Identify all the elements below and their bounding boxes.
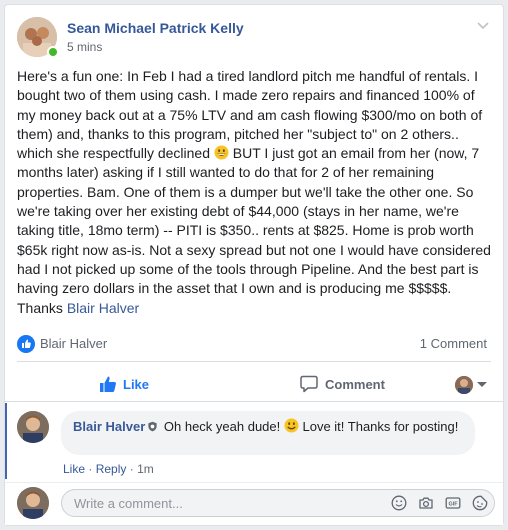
comment-button[interactable]: Comment — [299, 369, 385, 399]
meta-separator: · — [129, 462, 134, 476]
gif-icon[interactable]: GIF — [445, 495, 461, 511]
reactor-name[interactable]: Blair Halver — [40, 336, 107, 351]
comment-highlight-bar — [5, 403, 7, 479]
divider — [5, 482, 503, 483]
composer-icons: GIF — [391, 495, 488, 513]
comment-button-label: Comment — [325, 376, 385, 392]
post-author[interactable]: Sean Michael Patrick Kelly — [67, 20, 244, 36]
comment-like-link[interactable]: Like — [63, 462, 85, 476]
post-card: Sean Michael Patrick Kelly 5 mins Here's… — [4, 4, 504, 526]
reactions-row: Blair Halver 1 Comment — [17, 335, 491, 353]
divider — [17, 361, 491, 362]
svg-text:GIF: GIF — [449, 502, 459, 508]
like-reaction-icon[interactable] — [17, 335, 35, 353]
thumbs-up-icon — [100, 376, 116, 392]
post-menu-chevron-icon[interactable] — [475, 19, 491, 33]
online-status-icon — [47, 46, 59, 58]
like-button-label: Like — [123, 376, 150, 392]
like-button[interactable]: Like — [99, 369, 149, 399]
comment-bubble-icon — [300, 375, 318, 393]
sticker-icon[interactable] — [472, 495, 488, 511]
comment-author[interactable]: Blair Halver — [73, 419, 145, 434]
comment-text-part-2: Love it! Thanks for posting! — [298, 419, 459, 434]
comment-meta: Like · Reply · 1m — [63, 462, 154, 476]
comment-bubble: Blair Halver Oh heck yeah dude! Love it!… — [61, 411, 475, 455]
comment-reply-link[interactable]: Reply — [96, 462, 127, 476]
commenter-avatar[interactable] — [17, 411, 49, 443]
post-body: Here's a fun one: In Feb I had a tired l… — [17, 67, 495, 318]
comment-text-part-1: Oh heck yeah dude! — [163, 419, 284, 434]
current-user-avatar[interactable] — [17, 487, 49, 519]
comments-section: Blair Halver Oh heck yeah dude! Love it!… — [5, 403, 503, 525]
mention-link[interactable]: Blair Halver — [67, 300, 139, 316]
camera-icon[interactable] — [418, 495, 434, 511]
action-bar: Like Comment — [17, 369, 491, 399]
comment-count[interactable]: 1 Comment — [420, 336, 487, 351]
admin-shield-icon — [148, 421, 157, 432]
write-comment-placeholder: Write a comment... — [74, 496, 183, 511]
meta-separator: · — [88, 462, 93, 476]
grin-emoji-icon — [214, 145, 229, 160]
post-timestamp[interactable]: 5 mins — [67, 40, 102, 54]
comment-age[interactable]: 1m — [137, 462, 154, 476]
share-as-caret-icon[interactable] — [477, 382, 487, 387]
divider — [5, 401, 503, 402]
emoji-picker-icon[interactable] — [391, 495, 407, 511]
write-comment-input[interactable]: Write a comment... GIF — [61, 489, 495, 517]
share-as-avatar[interactable] — [455, 376, 473, 394]
smile-emoji-icon — [284, 418, 299, 433]
post-header: Sean Michael Patrick Kelly 5 mins — [17, 17, 491, 61]
post-text-part-2: BUT I just got an email from her (now, 7… — [17, 145, 491, 316]
